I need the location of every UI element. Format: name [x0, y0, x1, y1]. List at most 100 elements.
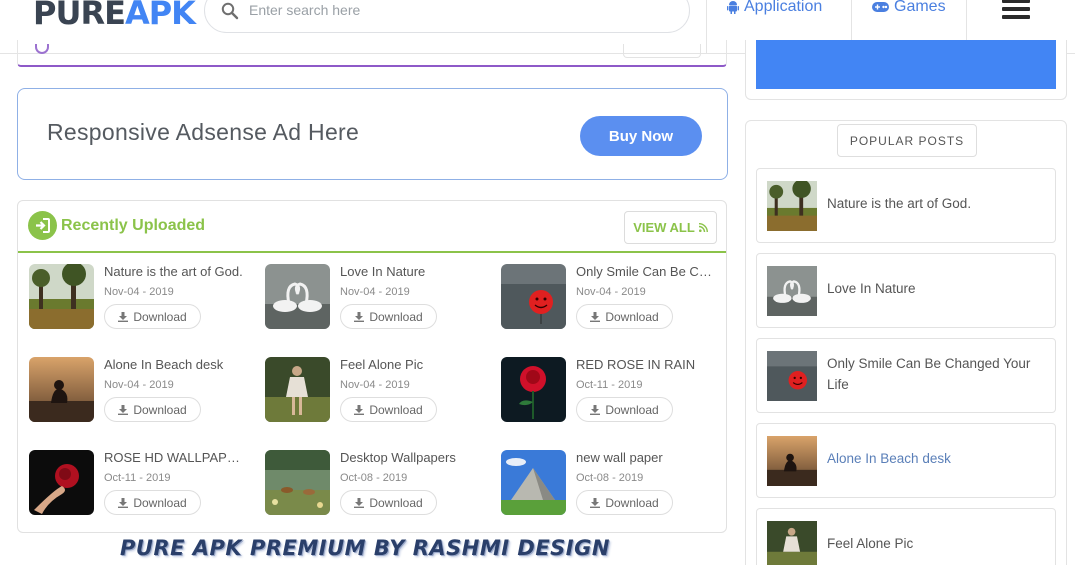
thumbnail-beach[interactable]: [29, 357, 94, 422]
item-title[interactable]: RED ROSE IN RAIN: [576, 357, 716, 372]
item-title[interactable]: Love In Nature: [340, 264, 480, 279]
list-item[interactable]: RED ROSE IN RAIN Oct-11 - 2019 Download: [501, 357, 727, 427]
popular-post-item[interactable]: Feel Alone Pic: [756, 508, 1056, 565]
search-box[interactable]: Enter search here: [204, 0, 690, 33]
popular-post-item[interactable]: Alone In Beach desk: [756, 423, 1056, 498]
download-icon: [118, 404, 129, 415]
widget-blue-banner: [756, 40, 1056, 89]
download-icon: [354, 404, 365, 415]
download-label: Download: [605, 495, 659, 510]
thumbnail-pyramid[interactable]: [501, 450, 566, 515]
download-icon: [354, 497, 365, 508]
popular-post-item[interactable]: Nature is the art of God.: [756, 168, 1056, 243]
thumbnail-girl[interactable]: [265, 357, 330, 422]
list-item[interactable]: Alone In Beach desk Nov-04 - 2019 Downlo…: [29, 357, 255, 427]
download-icon: [590, 311, 601, 322]
buy-now-button[interactable]: Buy Now: [580, 116, 702, 156]
section-title: Recently Uploaded: [61, 217, 206, 234]
list-item[interactable]: new wall paper Oct-08 - 2019 Download: [501, 450, 727, 520]
popular-posts-section: POPULAR POSTS Nature is the art of God. …: [745, 120, 1067, 565]
download-button[interactable]: Download: [104, 397, 201, 422]
nav-games[interactable]: Games: [872, 0, 946, 16]
hamburger-menu-icon[interactable]: [1002, 0, 1030, 21]
item-date: Nov-04 - 2019: [104, 286, 174, 298]
search-icon[interactable]: [221, 2, 239, 20]
download-icon: [590, 497, 601, 508]
item-date: Nov-04 - 2019: [104, 379, 174, 391]
thumbnail-swans[interactable]: [767, 266, 817, 316]
download-button[interactable]: Download: [576, 490, 673, 515]
item-title[interactable]: new wall paper: [576, 450, 716, 465]
view-all-button[interactable]: VIEW ALL: [624, 211, 717, 244]
download-button[interactable]: Download: [576, 397, 673, 422]
thumbnail-girl[interactable]: [767, 521, 817, 565]
section-header: Recently Uploaded VIEW ALL: [18, 201, 726, 253]
item-title[interactable]: Only Smile Can Be Changed Your Life: [576, 264, 716, 279]
recently-uploaded-section: Recently Uploaded VIEW ALL Nature is the…: [17, 200, 727, 533]
download-button[interactable]: Download: [340, 397, 437, 422]
thumbnail-swans[interactable]: [265, 264, 330, 329]
popular-post-title[interactable]: Only Smile Can Be Changed Your Life: [827, 353, 1049, 395]
view-all-label: VIEW ALL: [633, 220, 695, 235]
item-title[interactable]: Alone In Beach desk: [104, 357, 244, 372]
list-item[interactable]: Desktop Wallpapers Oct-08 - 2019 Downloa…: [265, 450, 491, 520]
nav-application[interactable]: Application: [727, 0, 822, 16]
download-button[interactable]: Download: [340, 490, 437, 515]
thumbnail-nature[interactable]: [767, 181, 817, 231]
popular-post-item[interactable]: Only Smile Can Be Changed Your Life: [756, 338, 1056, 413]
logo-text-pure: PURE: [33, 0, 126, 32]
item-date: Oct-11 - 2019: [104, 472, 171, 484]
thumbnail-smile[interactable]: [767, 351, 817, 401]
download-button[interactable]: Download: [104, 304, 201, 329]
thumbnail-nature[interactable]: [29, 264, 94, 329]
item-title[interactable]: Desktop Wallpapers: [340, 450, 480, 465]
thumbnail-smile[interactable]: [501, 264, 566, 329]
download-label: Download: [369, 402, 423, 417]
item-date: Oct-11 - 2019: [576, 379, 643, 391]
item-date: Nov-04 - 2019: [576, 286, 646, 298]
download-button[interactable]: Download: [576, 304, 673, 329]
download-label: Download: [605, 402, 659, 417]
site-logo[interactable]: PUREAPK: [33, 0, 196, 32]
download-label: Download: [369, 309, 423, 324]
ad-banner: Responsive Adsense Ad Here Buy Now: [17, 88, 728, 180]
menu-bar: [1002, 0, 1030, 3]
watermark-text: PURE APK PREMIUM BY RASHMI DESIGN: [120, 536, 610, 560]
download-icon: [354, 311, 365, 322]
logo-text-apk: APK: [124, 0, 196, 32]
widget-button[interactable]: [623, 44, 701, 58]
list-item[interactable]: ROSE HD WALLPAPER Oct-11 - 2019 Download: [29, 450, 255, 520]
popular-post-title[interactable]: Alone In Beach desk: [827, 448, 1049, 469]
popular-posts-title: POPULAR POSTS: [837, 124, 977, 157]
thumbnail-rose-rain[interactable]: [501, 357, 566, 422]
download-label: Download: [369, 495, 423, 510]
item-date: Nov-04 - 2019: [340, 286, 410, 298]
menu-bar: [1002, 7, 1030, 11]
popular-post-title[interactable]: Love In Nature: [827, 278, 1049, 299]
nav-games-label: Games: [894, 0, 946, 15]
popular-post-item[interactable]: Love In Nature: [756, 253, 1056, 328]
ad-text: Responsive Adsense Ad Here: [47, 119, 360, 145]
download-label: Download: [133, 402, 187, 417]
list-item[interactable]: Only Smile Can Be Changed Your Life Nov-…: [501, 264, 727, 334]
widget-icon: [35, 44, 49, 54]
download-button[interactable]: Download: [340, 304, 437, 329]
item-title[interactable]: ROSE HD WALLPAPER: [104, 450, 244, 465]
item-date: Oct-08 - 2019: [340, 472, 408, 484]
previous-widget-bottom: [17, 40, 727, 67]
item-title[interactable]: Nature is the art of God.: [104, 264, 244, 279]
android-icon: [727, 1, 739, 14]
item-title[interactable]: Feel Alone Pic: [340, 357, 480, 372]
popular-post-title[interactable]: Feel Alone Pic: [827, 533, 1049, 554]
list-item[interactable]: Nature is the art of God. Nov-04 - 2019 …: [29, 264, 255, 334]
thumbnail-beach[interactable]: [767, 436, 817, 486]
thumbnail-deer[interactable]: [265, 450, 330, 515]
download-icon: [118, 311, 129, 322]
list-item[interactable]: Love In Nature Nov-04 - 2019 Download: [265, 264, 491, 334]
download-label: Download: [133, 495, 187, 510]
download-button[interactable]: Download: [104, 490, 201, 515]
thumbnail-rose-hand[interactable]: [29, 450, 94, 515]
list-item[interactable]: Feel Alone Pic Nov-04 - 2019 Download: [265, 357, 491, 427]
search-input[interactable]: Enter search here: [249, 2, 360, 18]
popular-post-title[interactable]: Nature is the art of God.: [827, 193, 1049, 214]
